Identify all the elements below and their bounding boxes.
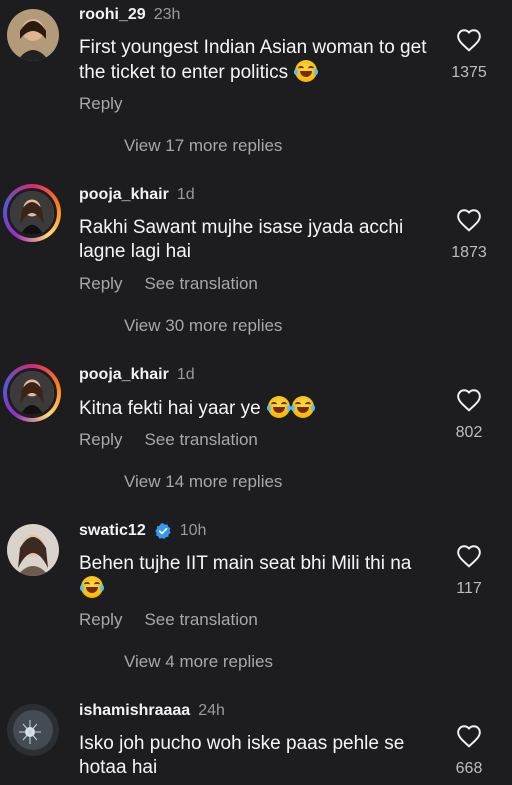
like-count: 802 (455, 424, 483, 441)
like-count: 668 (455, 760, 483, 777)
like-count: 1873 (451, 244, 487, 261)
heart-icon[interactable] (456, 724, 482, 748)
heart-icon[interactable] (456, 208, 482, 232)
avatar[interactable] (7, 704, 59, 756)
view-replies-button[interactable]: View 30 more replies (124, 316, 282, 336)
like-count: 1375 (451, 64, 487, 81)
reply-button[interactable]: Reply (79, 94, 122, 114)
timestamp: 24h (198, 702, 225, 719)
username[interactable]: roohi_29 (79, 6, 146, 24)
avatar[interactable] (3, 184, 61, 242)
avatar[interactable] (3, 364, 61, 422)
view-replies-button[interactable]: View 17 more replies (124, 136, 282, 156)
see-translation-button[interactable]: See translation (144, 430, 257, 450)
username[interactable]: ishamishraaaa (79, 702, 190, 720)
comment-text: Rakhi Sawant mujhe isase jyada acchi lag… (79, 217, 404, 262)
face-with-tears-of-joy-icon (266, 396, 291, 418)
comment-text: Isko joh pucho woh iske paas pehle se ho… (79, 733, 405, 778)
comment-text-content: First youngest Indian Asian woman to get… (79, 37, 427, 83)
see-translation-button[interactable]: See translation (144, 274, 257, 294)
see-translation-button[interactable]: See translation (144, 610, 257, 630)
face-with-tears-of-joy-icon (294, 60, 319, 82)
face-with-tears-of-joy-icon (290, 396, 315, 418)
avatar[interactable] (7, 524, 59, 576)
heart-icon[interactable] (456, 544, 482, 568)
verified-badge-icon (154, 523, 171, 539)
timestamp: 10h (179, 522, 207, 539)
view-replies-button[interactable]: View 4 more replies (124, 652, 273, 672)
comment-text: Behen tujhe IIT main seat bhi Mili thi n… (79, 552, 439, 601)
timestamp: 23h (153, 6, 181, 23)
face-with-tears-of-joy-icon (80, 576, 104, 598)
comment-text: Kitna fekti hai yaar ye (79, 396, 439, 421)
avatar[interactable] (7, 9, 59, 61)
comment-text: First youngest Indian Asian woman to get… (79, 36, 439, 85)
username[interactable]: swatic12 (79, 522, 146, 540)
comment-text-content: Behen tujhe IIT main seat bhi Mili thi n… (79, 553, 412, 574)
heart-icon[interactable] (456, 388, 482, 412)
username[interactable]: pooja_khair (79, 366, 169, 384)
username[interactable]: pooja_khair (79, 186, 169, 204)
like-count: 117 (456, 580, 482, 597)
reply-button[interactable]: Reply (79, 430, 122, 450)
timestamp: 1d (176, 366, 195, 383)
reply-button[interactable]: Reply (79, 610, 122, 630)
timestamp: 1d (176, 186, 195, 203)
heart-icon[interactable] (456, 28, 482, 52)
reply-button[interactable]: Reply (79, 274, 122, 294)
comment-text-content: Kitna fekti hai yaar ye (79, 398, 261, 419)
view-replies-button[interactable]: View 14 more replies (124, 472, 282, 492)
